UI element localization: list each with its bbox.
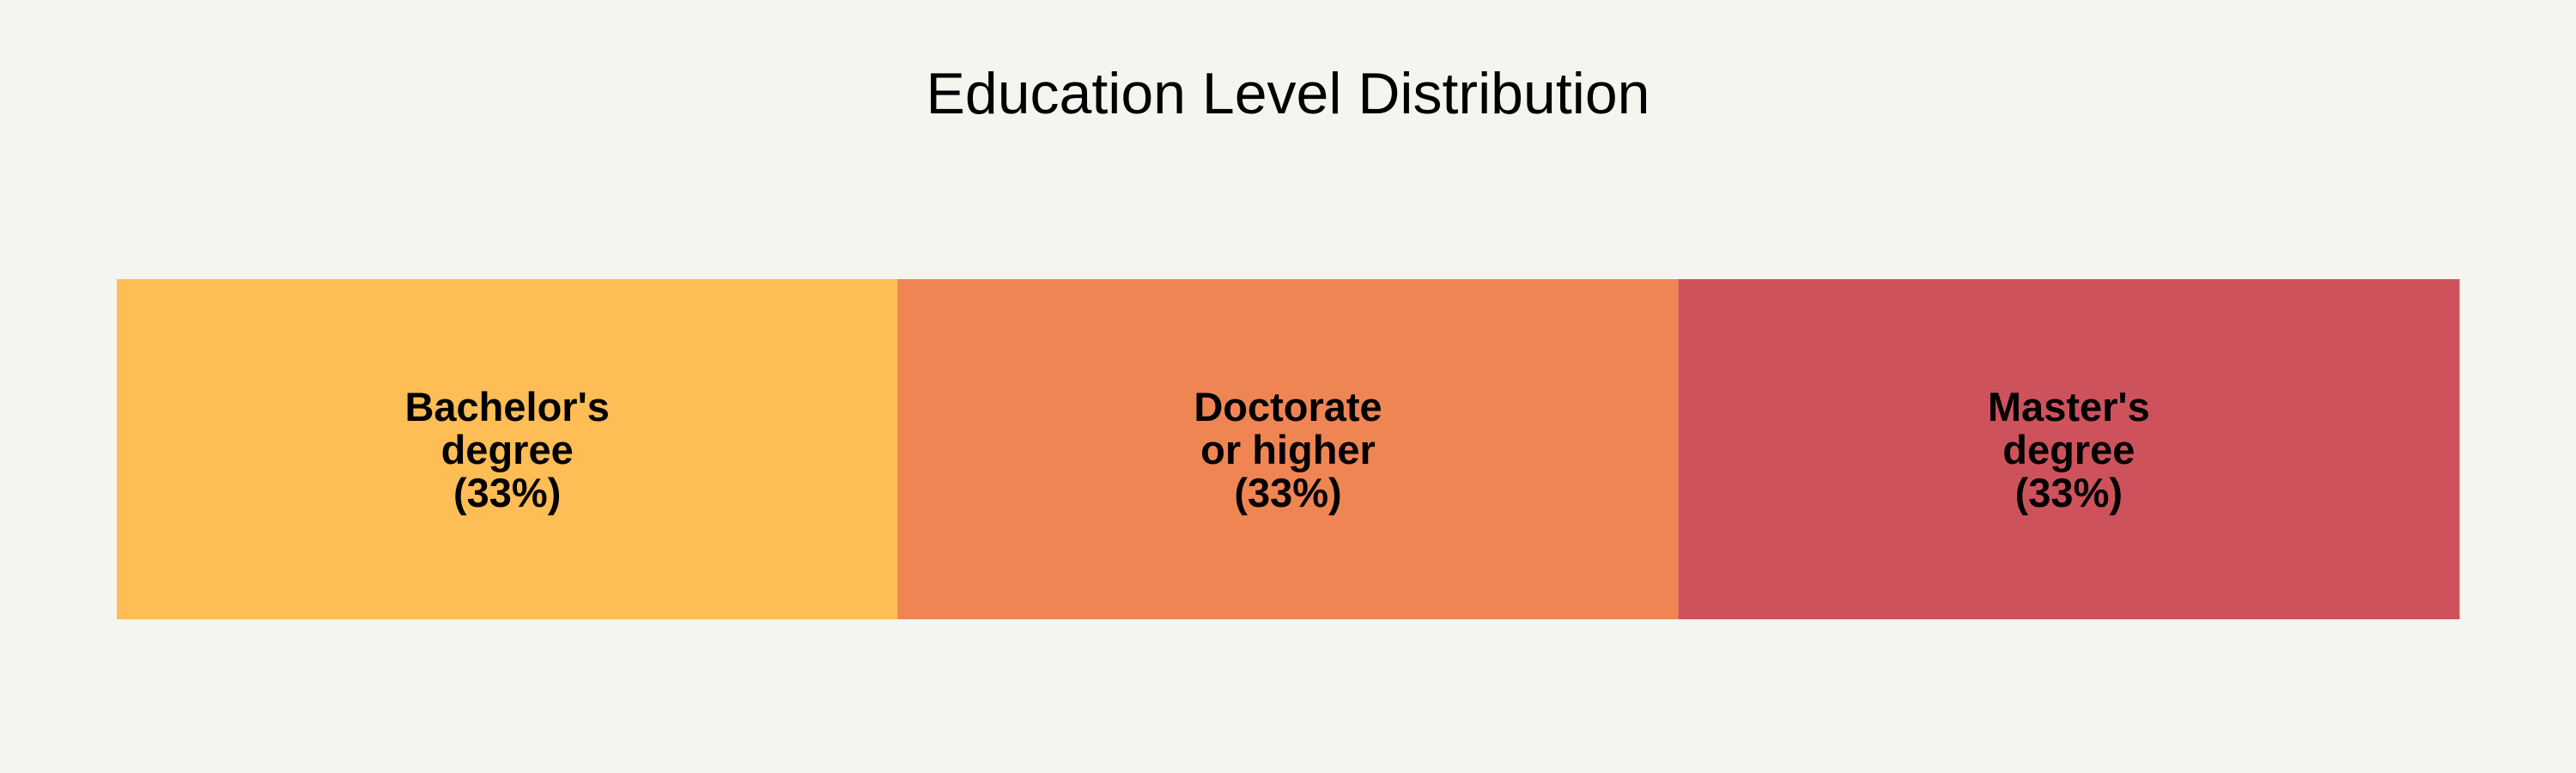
segment-label-line: (33%): [1234, 470, 1341, 515]
treemap-bar-chart: Bachelor's degree (33%)Doctorate or higher(…: [117, 279, 2460, 619]
segment-label-line: or higher: [1200, 427, 1376, 472]
segment-label-line: (33%): [453, 470, 561, 515]
segment-label-line: degree: [441, 427, 574, 472]
segment-label-line: (33%): [2015, 470, 2123, 515]
segment-label-line: degree: [2002, 427, 2135, 472]
segment-label-line: Bachelor's: [404, 384, 609, 429]
segment-label-line: Doctorate: [1194, 384, 1382, 429]
segment-label-line: Master's: [1988, 384, 2150, 429]
